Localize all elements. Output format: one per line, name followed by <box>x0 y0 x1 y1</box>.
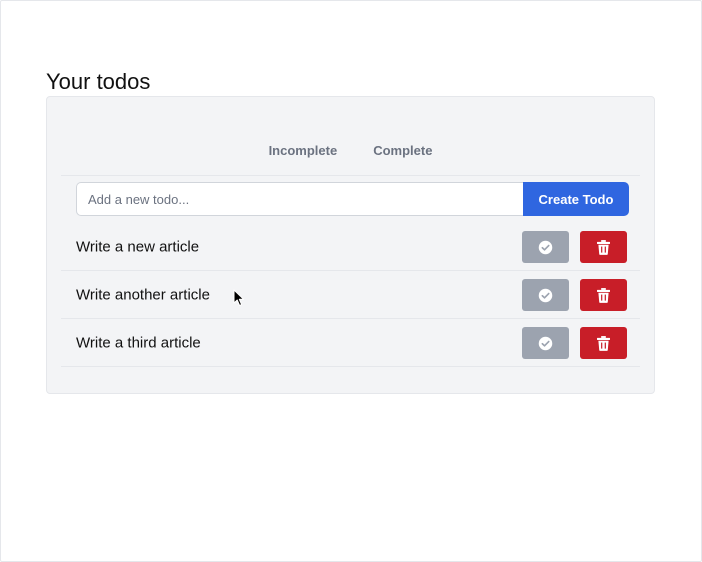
check-circle-icon <box>538 240 553 254</box>
new-todo-form: Create Todo <box>76 182 629 216</box>
todo-text: Write a new article <box>76 238 200 255</box>
todo-text: Write a third article <box>76 334 201 351</box>
todo-list: Write a new article Write another articl… <box>61 223 640 367</box>
todo-item: Write another article <box>61 271 640 319</box>
complete-todo-button[interactable] <box>522 327 569 359</box>
page-title: Your todos <box>46 69 151 94</box>
tab-complete[interactable]: Complete <box>373 143 432 159</box>
trash-icon <box>597 287 610 303</box>
todo-item: Write a third article <box>61 319 640 367</box>
complete-todo-button[interactable] <box>522 279 569 311</box>
todo-text: Write another article <box>76 286 210 303</box>
new-todo-input[interactable] <box>76 182 523 216</box>
delete-todo-button[interactable] <box>580 279 627 311</box>
check-circle-icon <box>538 288 553 302</box>
complete-todo-button[interactable] <box>522 231 569 263</box>
filter-tabs: Incomplete Complete <box>61 127 640 176</box>
delete-todo-button[interactable] <box>580 231 627 263</box>
todo-card: Incomplete Complete Create Todo Write a … <box>46 96 655 394</box>
trash-icon <box>597 335 610 351</box>
tab-incomplete[interactable]: Incomplete <box>269 143 338 159</box>
delete-todo-button[interactable] <box>580 327 627 359</box>
todo-item: Write a new article <box>61 223 640 271</box>
check-circle-icon <box>538 336 553 350</box>
trash-icon <box>597 239 610 255</box>
mouse-pointer-icon <box>233 289 245 306</box>
create-todo-button[interactable]: Create Todo <box>523 182 629 216</box>
